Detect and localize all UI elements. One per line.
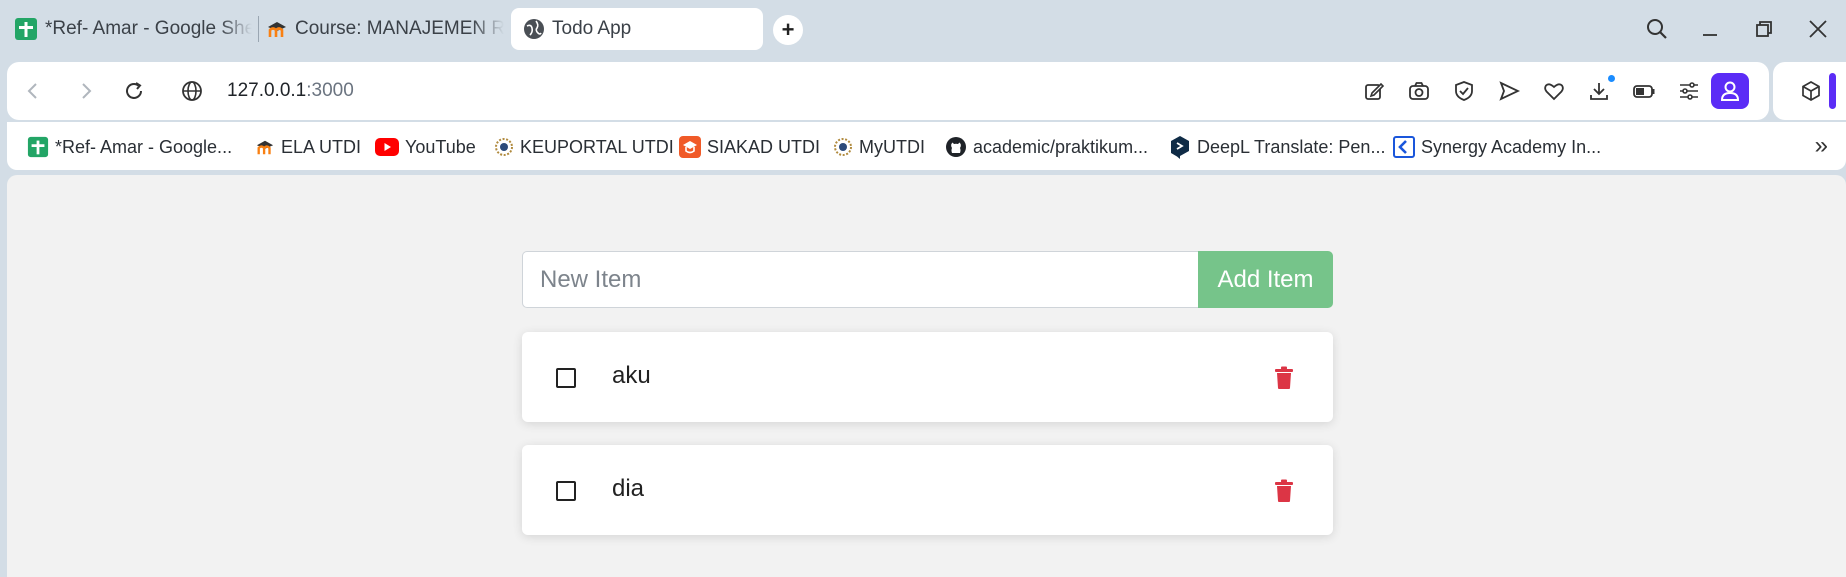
profile-icon[interactable] [1711, 73, 1749, 109]
moodle-icon [266, 19, 288, 39]
bookmark-myutdi[interactable]: MyUTDI [833, 134, 925, 160]
tab-strip: *Ref- Amar - Google Sheets Course: MANAJ… [0, 0, 1846, 60]
bookmark-siakad[interactable]: SIAKAD UTDI [679, 134, 820, 160]
add-item-form: Add Item [522, 251, 1333, 308]
bookmark-synergy-academy[interactable]: Synergy Academy In... [1393, 134, 1601, 160]
youtube-icon [375, 138, 399, 156]
bookmark-label: YouTube [405, 136, 476, 157]
bookmark-deepl[interactable]: DeepL Translate: Pen... [1169, 134, 1385, 160]
siakad-icon [679, 136, 701, 158]
todo-item: aku [522, 332, 1333, 422]
bookmark-label: *Ref- Amar - Google... [55, 136, 233, 157]
todo-checkbox[interactable] [556, 368, 576, 388]
tab-google-sheets[interactable]: *Ref- Amar - Google Sheets [14, 8, 252, 50]
url-host: 127.0.0.1 [227, 80, 307, 101]
tab-title: Course: MANAJEMEN RESIKO [295, 18, 504, 39]
bookmark-label: ELA UTDI [281, 136, 362, 157]
tab-todo-app[interactable]: Todo App [511, 8, 763, 50]
send-icon[interactable] [1493, 75, 1525, 107]
url-port: :3000 [306, 80, 354, 101]
new-item-input[interactable] [522, 251, 1198, 308]
close-icon[interactable] [1800, 12, 1836, 46]
bookmark-label: SIAKAD UTDI [707, 136, 821, 157]
utdi-logo-icon [494, 137, 514, 157]
todo-text: dia [612, 475, 645, 502]
bookmark-keuportal[interactable]: KEUPORTAL UTDI [494, 134, 674, 160]
synergy-icon [1393, 136, 1415, 158]
todo-text: aku [612, 362, 651, 389]
edit-icon[interactable] [1358, 75, 1390, 107]
bookmarks-bar: *Ref- Amar - Google... ELA UTDI YouTube … [7, 122, 1846, 170]
bookmark-ref-amar[interactable]: *Ref- Amar - Google... [27, 134, 232, 160]
tab-course[interactable]: Course: MANAJEMEN RESIKO [266, 8, 504, 50]
bookmark-academic-praktikum[interactable]: academic/praktikum... [945, 134, 1148, 160]
address-bar[interactable]: 127.0.0.1:3000 [227, 76, 354, 106]
bookmark-youtube[interactable]: YouTube [375, 134, 476, 160]
todo-checkbox[interactable] [556, 481, 576, 501]
forward-icon[interactable] [70, 75, 102, 107]
deepl-icon [1169, 135, 1191, 159]
trash-icon[interactable] [1274, 366, 1294, 390]
more-bookmarks-icon[interactable]: » [1815, 132, 1828, 160]
tab-title: *Ref- Amar - Google Sheets [45, 18, 252, 39]
tab-title: Todo App [552, 18, 632, 39]
restore-icon[interactable] [1746, 12, 1782, 46]
cube-icon[interactable] [1795, 75, 1827, 107]
github-icon [945, 136, 967, 158]
trash-icon[interactable] [1274, 479, 1294, 503]
google-sheets-icon [14, 17, 38, 41]
settings-sliders-icon[interactable] [1673, 75, 1705, 107]
bookmark-label: KEUPORTAL UTDI [520, 136, 674, 157]
minimize-icon[interactable] [1692, 12, 1728, 46]
address-toolbar: 127.0.0.1:3000 [7, 62, 1769, 120]
utdi-logo-icon [833, 137, 853, 157]
shield-icon[interactable] [1448, 75, 1480, 107]
bookmark-label: MyUTDI [859, 136, 925, 157]
search-tabs-icon[interactable] [1639, 12, 1675, 46]
reload-icon[interactable] [118, 75, 150, 107]
globe-icon [523, 18, 545, 40]
back-icon[interactable] [17, 75, 49, 107]
bookmark-label: Synergy Academy In... [1421, 136, 1602, 157]
new-tab-button[interactable]: + [773, 15, 803, 45]
download-badge [1606, 73, 1617, 84]
add-item-button[interactable]: Add Item [1198, 251, 1333, 308]
heart-icon[interactable] [1538, 75, 1570, 107]
site-info-icon[interactable] [176, 75, 208, 107]
bookmark-label: DeepL Translate: Pen... [1197, 136, 1386, 157]
google-sheets-icon [27, 136, 49, 158]
moodle-icon [255, 138, 275, 156]
sidebar-toggle[interactable] [1829, 73, 1836, 109]
camera-icon[interactable] [1403, 75, 1435, 107]
todo-item: dia [522, 445, 1333, 535]
bookmark-ela-utdi[interactable]: ELA UTDI [255, 134, 361, 160]
bookmark-label: academic/praktikum... [973, 136, 1149, 157]
tab-divider [258, 16, 259, 42]
battery-saver-icon[interactable] [1628, 75, 1660, 107]
